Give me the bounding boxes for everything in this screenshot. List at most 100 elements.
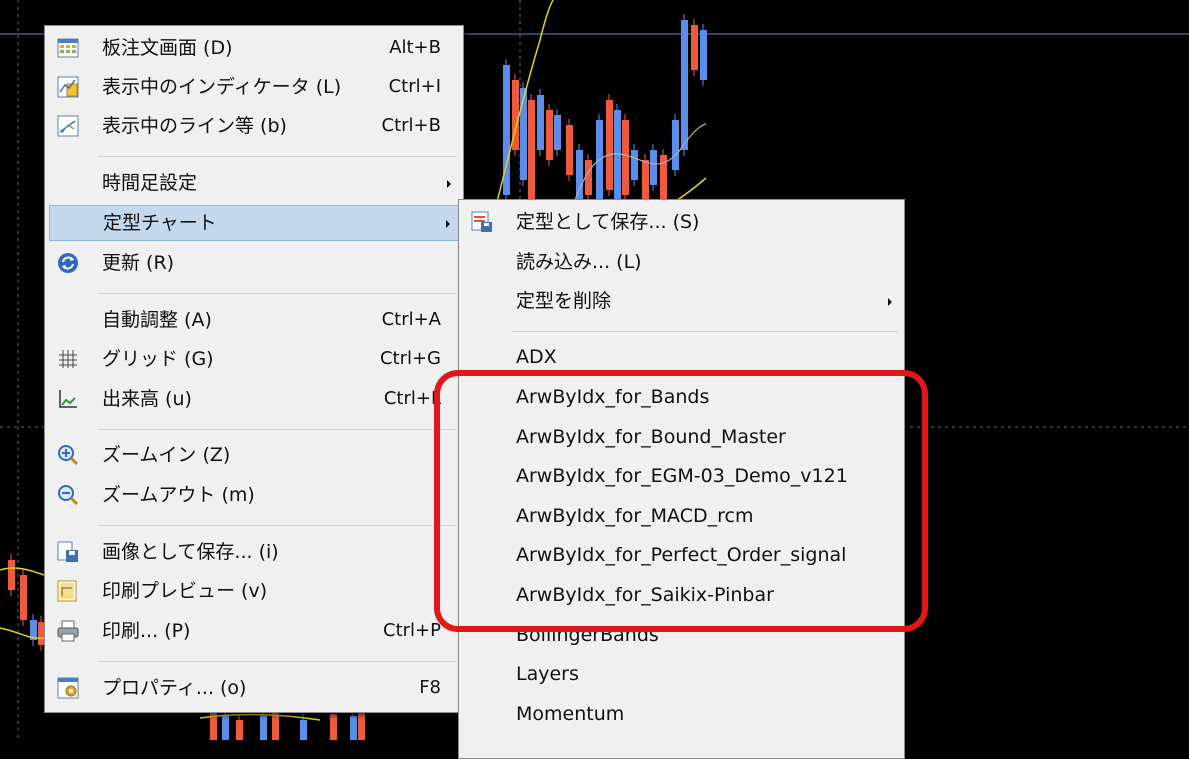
candle-body: [691, 25, 698, 70]
print-preview-icon: [57, 580, 77, 602]
submenu-item-label: BollingerBands: [516, 624, 659, 646]
grid-icon: [59, 350, 77, 368]
menu-separator: [98, 293, 457, 294]
candle-body: [672, 120, 679, 170]
submenu-item-label: ArwByIdx_for_Bound_Master: [516, 426, 786, 448]
menu-item-timeframe[interactable]: 時間足設定: [49, 165, 459, 201]
menu-item-shortcut: F8: [419, 677, 441, 698]
candle-body: [606, 100, 613, 190]
menu-item-label: 表示中のインディケータ (L): [102, 76, 342, 98]
candle-body: [576, 150, 583, 200]
menu-item-label: 出来高 (u): [102, 388, 192, 410]
submenu-item-template[interactable]: ArwByIdx_for_Perfect_Order_signal: [463, 537, 900, 573]
submenu-item-label: ArwByIdx_for_Saikix-Pinbar: [516, 584, 774, 606]
menu-separator: [98, 525, 457, 526]
menu-item-auto-scale[interactable]: 自動調整 (A) Ctrl+A: [49, 302, 459, 338]
save-image-icon: [57, 541, 78, 562]
menu-item-shortcut: Ctrl+B: [381, 115, 441, 136]
candle-body: [642, 160, 649, 200]
menu-item-shortcut: Ctrl+L: [383, 388, 441, 409]
menu-item-volume[interactable]: 出来高 (u) Ctrl+L: [49, 381, 459, 417]
menu-item-zoom-in[interactable]: ズームイン (Z): [49, 437, 459, 473]
menu-item-label: 更新 (R): [102, 252, 175, 274]
candle-body: [20, 575, 27, 620]
candle-body: [700, 30, 707, 80]
submenu-item-template[interactable]: Momentum: [463, 696, 900, 732]
volume-icon: [59, 390, 77, 408]
menu-item-order-board[interactable]: 板注文画面 (D) Alt+B: [49, 30, 459, 66]
menu-item-label: 印刷プレビュー (v): [102, 580, 268, 602]
submenu-item-template[interactable]: ArwByIdx_for_EGM-03_Demo_v121: [463, 458, 900, 494]
candle-body: [272, 712, 279, 740]
menu-separator: [98, 429, 457, 430]
menu-item-label: 板注文画面 (D): [102, 37, 233, 59]
zoom-out-icon: [58, 485, 79, 506]
submenu-item-template[interactable]: ArwByIdx_for_MACD_rcm: [463, 498, 900, 534]
menu-item-label: 時間足設定: [102, 172, 198, 194]
candle-body: [554, 115, 561, 150]
submenu-item-load-template[interactable]: 読み込み... (L): [463, 244, 900, 280]
submenu-item-label: ArwByIdx_for_Bands: [516, 386, 710, 408]
menu-separator: [98, 156, 457, 157]
submenu-item-template[interactable]: ArwByIdx_for_Saikix-Pinbar: [463, 577, 900, 613]
menu-item-properties[interactable]: プロパティ... (o) F8: [49, 670, 459, 706]
submenu-item-template[interactable]: BollingerBands: [463, 617, 900, 653]
refresh-icon: [58, 253, 78, 273]
menu-item-refresh[interactable]: 更新 (R): [49, 245, 459, 281]
submenu-item-label: Layers: [516, 663, 579, 685]
candle-body: [614, 110, 621, 205]
candle-body: [222, 716, 229, 740]
submenu-item-template[interactable]: ArwByIdx_for_Bound_Master: [463, 419, 900, 455]
candle-body: [260, 716, 267, 740]
submenu-item-save-template[interactable]: 定型として保存... (S): [463, 204, 900, 240]
menu-item-print[interactable]: 印刷... (P) Ctrl+P: [49, 613, 459, 649]
candle-body: [8, 560, 15, 590]
candle-body: [236, 720, 243, 740]
menu-item-label: グリッド (G): [102, 348, 214, 370]
menu-item-label: ズームアウト (m): [102, 484, 255, 506]
lines-icon: [57, 115, 79, 137]
submenu-item-template[interactable]: Layers: [463, 656, 900, 692]
candle-body: [358, 710, 365, 740]
submenu-item-template[interactable]: ADX: [463, 339, 900, 375]
submenu-item-label: 読み込み... (L): [516, 251, 642, 273]
candle-body: [681, 20, 688, 150]
menu-separator: [512, 331, 898, 332]
menu-item-label: 自動調整 (A): [102, 309, 212, 331]
candle-body: [650, 150, 657, 185]
chart-context-menu: 板注文画面 (D) Alt+B 表示中のインディケータ (L) Ctrl+I 表…: [44, 25, 464, 713]
candle-body: [585, 160, 592, 195]
candle-body: [537, 95, 544, 150]
zoom-in-icon: [58, 445, 79, 466]
submenu-item-label: 定型として保存... (S): [516, 211, 700, 233]
submenu-item-label: ArwByIdx_for_Perfect_Order_signal: [516, 544, 847, 566]
save-template-icon: [471, 211, 492, 232]
menu-item-label: 定型チャート: [103, 212, 217, 234]
candle-body: [622, 120, 629, 195]
menu-item-save-image[interactable]: 画像として保存... (i): [49, 534, 459, 570]
menu-item-shortcut: Ctrl+I: [388, 76, 441, 97]
candle-body: [566, 125, 573, 175]
submenu-item-delete-template[interactable]: 定型を削除: [463, 283, 900, 319]
submenu-item-label: ArwByIdx_for_EGM-03_Demo_v121: [516, 465, 848, 487]
submenu-item-label: ADX: [516, 346, 557, 368]
order-board-icon: [57, 38, 79, 58]
menu-item-grid[interactable]: グリッド (G) Ctrl+G: [49, 341, 459, 377]
menu-separator: [98, 661, 457, 662]
menu-item-lines[interactable]: 表示中のライン等 (b) Ctrl+B: [49, 108, 459, 144]
submenu-item-label: Momentum: [516, 703, 625, 725]
menu-item-shortcut: Ctrl+P: [383, 620, 441, 641]
menu-item-shortcut: Ctrl+A: [381, 309, 441, 330]
menu-item-indicators[interactable]: 表示中のインディケータ (L) Ctrl+I: [49, 69, 459, 105]
menu-item-label: 表示中のライン等 (b): [102, 115, 287, 137]
submenu-arrow-icon: [447, 180, 451, 188]
menu-item-label: 印刷... (P): [102, 620, 191, 642]
chart-template-submenu: 定型として保存... (S) 読み込み... (L) 定型を削除 ADX Arw…: [458, 199, 905, 759]
menu-item-label: 画像として保存... (i): [102, 541, 279, 563]
menu-item-chart-template[interactable]: 定型チャート: [49, 205, 459, 241]
menu-item-zoom-out[interactable]: ズームアウト (m): [49, 477, 459, 513]
submenu-item-template[interactable]: ArwByIdx_for_Bands: [463, 379, 900, 415]
menu-item-print-preview[interactable]: 印刷プレビュー (v): [49, 573, 459, 609]
submenu-item-label: ArwByIdx_for_MACD_rcm: [516, 505, 754, 527]
print-icon: [57, 620, 79, 642]
